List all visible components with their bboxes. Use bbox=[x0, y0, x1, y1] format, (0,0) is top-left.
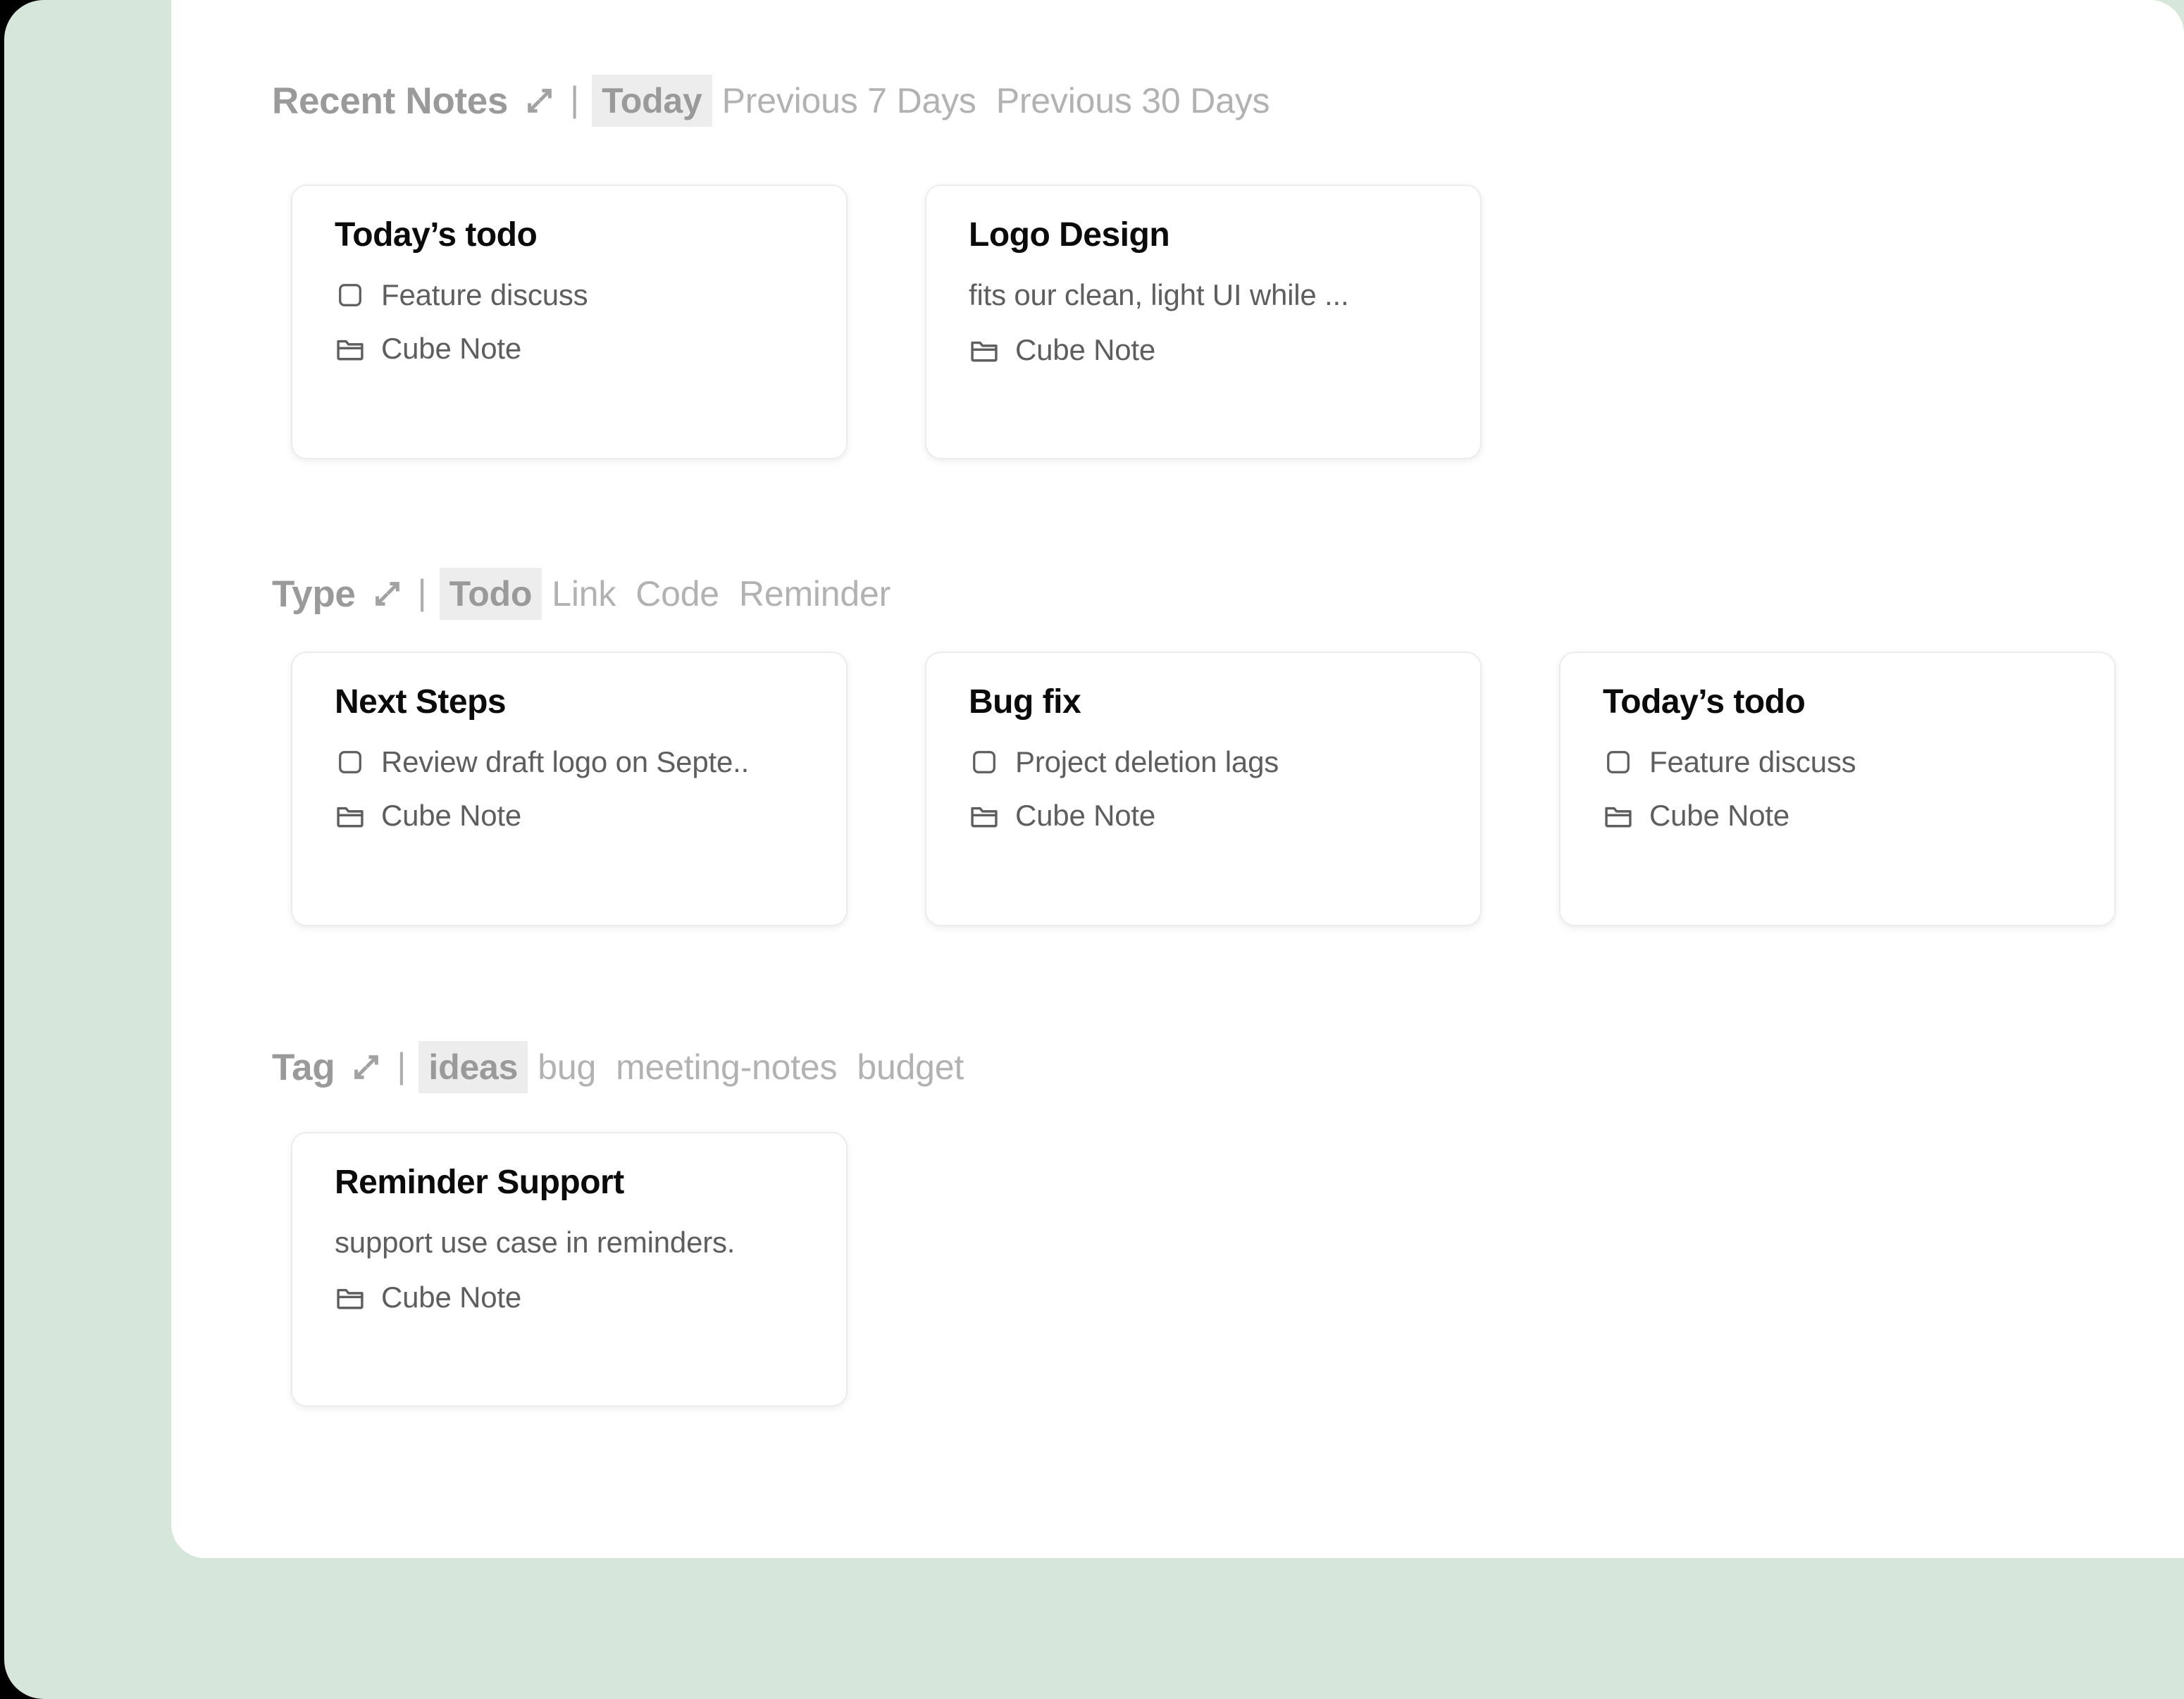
note-card-folder-name: Cube Note bbox=[381, 1281, 521, 1314]
note-card[interactable]: Bug fix Project deletion lags Cube Note bbox=[925, 652, 1482, 926]
expand-diagonal-icon[interactable] bbox=[523, 85, 556, 117]
note-card-title: Next Steps bbox=[335, 684, 507, 721]
note-card-title: Logo Design bbox=[969, 217, 1170, 254]
note-card-preview-text: support use case in reminders. bbox=[335, 1225, 736, 1259]
filter-type-code[interactable]: Code bbox=[626, 568, 729, 620]
note-card-preview: fits our clean, light UI while ... bbox=[969, 278, 1444, 312]
expand-diagonal-icon[interactable] bbox=[371, 578, 404, 610]
section-tag: Tag | ideas bug meeting-notes budget bbox=[272, 1041, 2174, 1093]
note-card-preview: Review draft logo on Septe.. bbox=[335, 745, 809, 779]
folder-icon bbox=[1603, 800, 1634, 831]
note-card-preview-text: Feature discuss bbox=[1649, 745, 1856, 778]
note-card-preview: Project deletion lags bbox=[969, 745, 1444, 779]
note-card-folder[interactable]: Cube Note bbox=[335, 799, 809, 833]
filter-recent-notes-today[interactable]: Today bbox=[592, 75, 712, 127]
filter-type-reminder[interactable]: Reminder bbox=[729, 568, 900, 620]
note-card[interactable]: Logo Design fits our clean, light UI whil… bbox=[925, 185, 1482, 459]
filter-tag-bug[interactable]: bug bbox=[528, 1041, 606, 1093]
checkbox-unchecked-icon[interactable] bbox=[335, 280, 366, 311]
note-card-folder[interactable]: Cube Note bbox=[1603, 799, 2078, 833]
note-card-folder-name: Cube Note bbox=[1649, 799, 1789, 833]
folder-icon bbox=[335, 333, 366, 364]
filter-type-link[interactable]: Link bbox=[542, 568, 626, 620]
separator-type: | bbox=[417, 573, 427, 612]
note-card-preview-text: Review draft logo on Septe.. bbox=[381, 745, 750, 778]
note-card[interactable]: Reminder Support support use case in remi… bbox=[291, 1132, 848, 1407]
section-header-tag: Tag | ideas bug meeting-notes budget bbox=[272, 1041, 2174, 1093]
section-title-type: Type bbox=[272, 573, 356, 615]
content-panel: Recent Notes | Today Previous 7 Days Previou… bbox=[171, 0, 2184, 1558]
filter-tag-budget[interactable]: budget bbox=[847, 1041, 974, 1093]
filter-recent-notes-previous-30-days[interactable]: Previous 30 Days bbox=[986, 75, 1280, 127]
filter-tag-ideas[interactable]: ideas bbox=[418, 1041, 528, 1093]
section-title-tag: Tag bbox=[272, 1046, 335, 1088]
filter-list-recent-notes: Today Previous 7 Days Previous 30 Days bbox=[592, 75, 1279, 127]
note-card[interactable]: Today’s todo Feature discuss Cube Note bbox=[1559, 652, 2116, 926]
app-background: Recent Notes | Today Previous 7 Days Previou… bbox=[4, 0, 2184, 1699]
note-card-preview-text: Project deletion lags bbox=[1015, 745, 1279, 778]
section-type: Type | Todo Link Code Reminder bbox=[272, 568, 2174, 620]
note-card[interactable]: Next Steps Review draft logo on Septe.. Cu… bbox=[291, 652, 848, 926]
section-header-recent-notes: Recent Notes | Today Previous 7 Days Previou… bbox=[272, 75, 2174, 127]
note-card-title: Bug fix bbox=[969, 684, 1081, 721]
card-row-recent-notes: Today’s todo Feature discuss Cube Note Logo… bbox=[291, 185, 1482, 459]
folder-icon bbox=[335, 1282, 366, 1313]
filter-type-todo[interactable]: Todo bbox=[439, 568, 542, 620]
note-card-title: Today’s todo bbox=[1603, 684, 1806, 721]
separator-tag: | bbox=[397, 1046, 407, 1085]
note-card-preview: Feature discuss bbox=[335, 278, 809, 312]
note-card-folder-name: Cube Note bbox=[1015, 799, 1155, 833]
note-card-folder-name: Cube Note bbox=[381, 799, 521, 833]
filter-tag-meeting-notes[interactable]: meeting-notes bbox=[606, 1041, 847, 1093]
separator-recent-notes: | bbox=[570, 80, 580, 119]
folder-icon bbox=[969, 335, 1000, 366]
note-card-preview: support use case in reminders. bbox=[335, 1226, 809, 1259]
checkbox-unchecked-icon[interactable] bbox=[335, 747, 366, 778]
checkbox-unchecked-icon[interactable] bbox=[1603, 747, 1634, 778]
filter-list-tag: ideas bug meeting-notes budget bbox=[418, 1041, 974, 1093]
expand-diagonal-icon[interactable] bbox=[350, 1051, 383, 1083]
note-card-folder-name: Cube Note bbox=[381, 332, 521, 366]
filter-list-type: Todo Link Code Reminder bbox=[439, 568, 901, 620]
card-row-type: Next Steps Review draft logo on Septe.. Cu… bbox=[291, 652, 2116, 926]
section-title-recent-notes: Recent Notes bbox=[272, 80, 509, 122]
note-card-folder[interactable]: Cube Note bbox=[969, 333, 1444, 367]
note-card-folder[interactable]: Cube Note bbox=[335, 332, 809, 366]
note-card[interactable]: Today’s todo Feature discuss Cube Note bbox=[291, 185, 848, 459]
note-card-preview-text: Feature discuss bbox=[381, 278, 588, 311]
filter-recent-notes-previous-7-days[interactable]: Previous 7 Days bbox=[712, 75, 986, 127]
note-card-folder[interactable]: Cube Note bbox=[969, 799, 1444, 833]
note-card-folder-name: Cube Note bbox=[1015, 333, 1155, 367]
folder-icon bbox=[335, 800, 366, 831]
note-card-folder[interactable]: Cube Note bbox=[335, 1281, 809, 1314]
checkbox-unchecked-icon[interactable] bbox=[969, 747, 1000, 778]
card-row-tag: Reminder Support support use case in remi… bbox=[291, 1132, 848, 1407]
folder-icon bbox=[969, 800, 1000, 831]
sections-container: Recent Notes | Today Previous 7 Days Previou… bbox=[272, 0, 2184, 1558]
note-card-preview-text: fits our clean, light UI while ... bbox=[969, 278, 1349, 311]
section-recent-notes: Recent Notes | Today Previous 7 Days Previou… bbox=[272, 75, 2174, 127]
section-header-type: Type | Todo Link Code Reminder bbox=[272, 568, 2174, 620]
note-card-title: Today’s todo bbox=[335, 217, 538, 254]
note-card-preview: Feature discuss bbox=[1603, 745, 2078, 779]
note-card-title: Reminder Support bbox=[335, 1164, 624, 1201]
